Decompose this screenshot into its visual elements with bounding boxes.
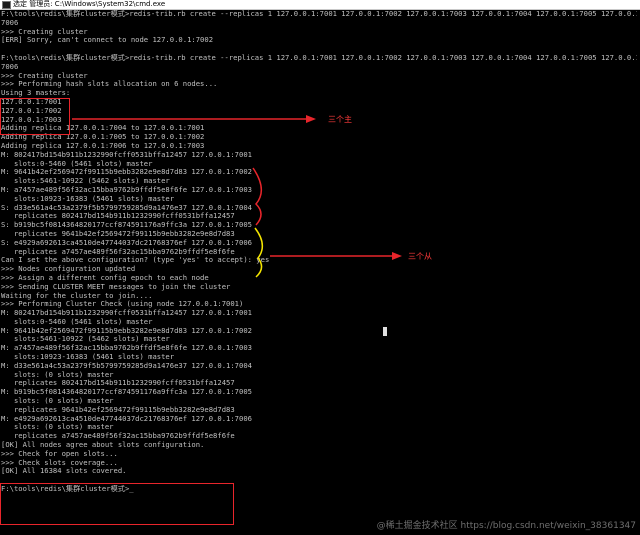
masters-red-brace: [252, 167, 262, 226]
watermark: @稀土掘金技术社区 https://blog.csdn.net/weixin_3…: [376, 521, 636, 531]
slaves-arrow-head: [392, 252, 402, 260]
slaves-yellow-brace: [254, 227, 264, 278]
text-cursor: [383, 327, 387, 336]
masters-arrow-head: [306, 115, 316, 123]
three-masters-label: 三个主: [328, 115, 352, 124]
three-slaves-label: 三个从: [408, 252, 432, 261]
annotation-overlay: [72, 115, 402, 278]
